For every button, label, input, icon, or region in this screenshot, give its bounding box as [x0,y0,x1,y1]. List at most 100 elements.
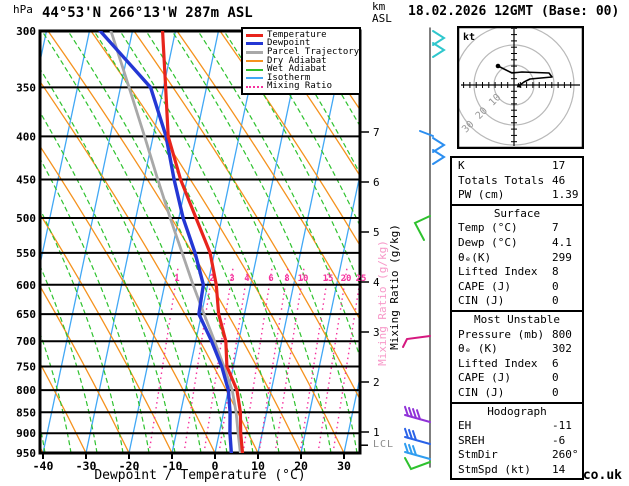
table-row-value: 8 [552,265,559,279]
pressure-tick-label: 450 [16,173,36,186]
table-row-value: 17 [552,159,566,172]
table-row: Totals Totals 46 [452,174,582,189]
mixing-ratio-value-label: 15 [323,274,334,284]
mixing-ratio-value-label: 6 [268,274,273,284]
table-row: CIN (J) 0 [452,386,582,401]
lcl-marker-label: LCL [373,439,395,450]
table-row: PW (cm) 1.39 [452,188,582,203]
table-section: Most Unstable Pressure (mb) 800 θₑ (K) 302 Li… [452,309,582,402]
table-row-value: 800 [552,327,572,341]
chart-legend: Temperature Dewpoint Parcel Trajectory Dry … [241,27,361,96]
table-row-label: Totals Totals [458,173,545,187]
table-row-label: θₑ(K) [458,250,492,264]
mixing-ratio-line [299,267,330,453]
legend-item: Mixing Ratio [246,82,359,92]
table-row-label: StmSpd (kt) [458,462,531,476]
pressure-tick-label: 900 [16,427,36,440]
table-row: Temp (°C) 7 [452,221,582,236]
wind-barb [404,427,431,445]
table-row: θₑ(K) 299 [452,251,582,266]
pressure-tick-label: 600 [16,279,36,292]
pressure-tick-label: 500 [16,212,36,225]
table-row-label: CAPE (J) [458,279,511,293]
mixing-ratio-value-label: 4 [244,274,250,284]
table-row: CAPE (J) 0 [452,371,582,386]
table-row-value: 1.39 [552,188,579,202]
table-row-value: 0 [552,279,559,293]
table-section: Surface Temp (°C) 7 Dewp (°C) 4.1 θₑ(K) 299 Lif… [452,203,582,310]
table-row-label: CIN (J) [458,385,505,399]
mixing-ratio-line [148,267,179,453]
table-row-label: SREH [458,433,485,447]
table-row: K 17 [452,159,582,174]
mixing-ratio-value-label: 3 [229,274,234,284]
hodo-ring-label: 30 [460,119,476,135]
table-row: CIN (J) 0 [452,294,582,309]
mixing-ratio-value-label: 20 [341,274,352,284]
table-section: Hodograph EH -11 SREH -6 StmDir 260° StmSpd (kt… [452,401,582,479]
table-row: Dewp (°C) 4.1 [452,236,582,251]
hodo-trace-start-dot [495,63,501,69]
table-row-value: 0 [552,385,559,399]
table-row-value: -6 [552,433,566,447]
legend-swatch-dotted [246,85,263,88]
table-row-value: 260° [552,448,579,462]
table-section-title: Hodograph [487,404,547,418]
table-row-label: Lifted Index [458,356,538,370]
table-row: Lifted Index 6 [452,357,582,372]
mixing-ratio-value-label: 25 [356,274,367,284]
table-row-value: 302 [552,342,572,356]
hodo-ring-label: 10 [487,92,503,108]
table-row-value: 14 [552,462,566,476]
wind-barb [419,130,446,165]
table-row-value: 0 [552,294,559,308]
pressure-tick-label: 350 [16,81,36,94]
table-section-title: Surface [493,206,541,220]
mixing-ratio-axis-label-shadow: Mixing Ratio (g/kg) [376,240,389,366]
table-row-label: Pressure (mb) [458,327,545,341]
indices-table: K 17 Totals Totals 46 PW (cm) 1.39 Surface Temp… [450,156,584,481]
barb-tick [419,130,434,137]
table-row-label: Lifted Index [458,265,538,279]
page-title: 44°53'N 266°13'W 287m ASL [42,5,253,21]
barb-check [413,215,431,241]
skewt-page: 300 350 400 450 500 550 600 650 700 750 800 850 900 9… [0,0,629,486]
mixing-ratio-value-label: 8 [284,274,289,284]
datetime-label: 18.02.2026 12GMT (Base: 00) [408,4,620,19]
barb-chevron [432,42,446,58]
pressure-tick-label: 400 [16,130,36,143]
wind-barb [402,335,431,348]
table-row-label: K [458,159,465,172]
hodograph: 102030 kt [457,26,584,149]
wind-barb [404,442,431,460]
table-row: θₑ (K) 302 [452,342,582,357]
mixing-ratio-line [317,267,348,453]
wind-barb-column [402,27,446,471]
table-row-value: 0 [552,371,559,385]
pressure-tick-label: 750 [16,360,36,373]
km-tick-label: 7 [373,126,380,139]
legend-swatch-solid [246,33,263,37]
mixing-ratio-value-label: 10 [298,274,309,284]
km-tick-label: 6 [373,176,380,189]
table-row-value: 4.1 [552,235,572,249]
pressure-tick-label: 850 [16,406,36,419]
table-row-label: CAPE (J) [458,371,511,385]
pressure-tick-label: 800 [16,384,36,397]
altitude-unit-label: km ASL [372,1,392,25]
mixing-ratio-value-label: 1 [174,274,179,284]
table-row: EH -11 [452,419,582,434]
table-row: CAPE (J) 0 [452,280,582,295]
table-row-label: Dewp (°C) [458,235,518,249]
km-tick-label: 1 [373,426,380,439]
table-row-value: 7 [552,221,559,235]
hodo-unit-label: kt [463,32,475,43]
hodo-ring-label: 20 [474,105,490,121]
legend-swatch-solid [246,68,263,71]
legend-swatch-solid [246,60,263,63]
table-row-label: Temp (°C) [458,221,518,235]
wind-barb [413,215,431,241]
table-row: StmDir 260° [452,448,582,463]
mixing-ratio-line [332,276,360,453]
table-row-value: 6 [552,356,559,370]
